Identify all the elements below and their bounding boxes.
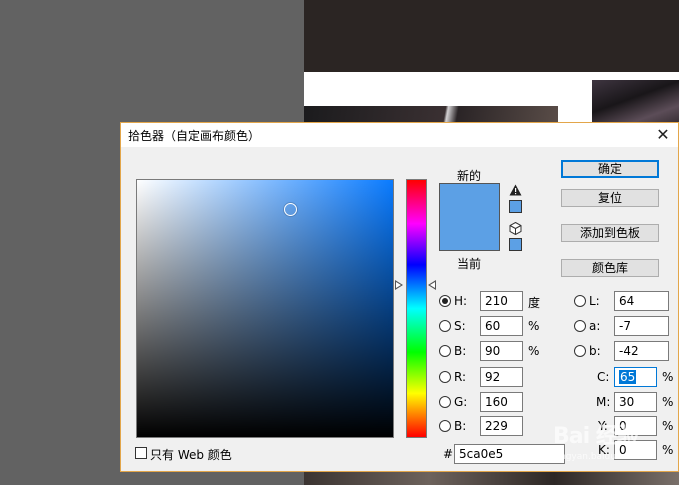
- cube-icon[interactable]: [509, 222, 522, 235]
- canvas-photo: [304, 472, 679, 485]
- saturation-radio[interactable]: [439, 320, 451, 332]
- red-field[interactable]: 92: [480, 367, 523, 387]
- black-unit: %: [662, 443, 674, 457]
- new-color-label: 新的: [457, 169, 482, 183]
- lab-a-radio[interactable]: [574, 320, 586, 332]
- warning-triangle-icon[interactable]: [509, 184, 522, 196]
- dialog-title: 拾色器（自定画布颜色）: [128, 129, 261, 143]
- color-libraries-button[interactable]: 颜色库: [561, 259, 659, 277]
- gamut-warning-swatch[interactable]: [509, 200, 522, 213]
- saturation-label: S:: [454, 319, 466, 333]
- saturation-field[interactable]: 60: [480, 316, 523, 336]
- brightness-field[interactable]: 90: [480, 341, 523, 361]
- hue-radio[interactable]: [439, 295, 451, 307]
- blue-field[interactable]: 229: [480, 416, 523, 436]
- lab-b-radio[interactable]: [574, 345, 586, 357]
- saturation-brightness-field[interactable]: [136, 179, 394, 438]
- green-field[interactable]: 160: [480, 392, 523, 412]
- hue-slider-right-arrow-icon[interactable]: [428, 280, 436, 290]
- red-radio[interactable]: [439, 371, 451, 383]
- close-icon[interactable]: ✕: [652, 124, 674, 146]
- new-color-swatch: [439, 183, 500, 217]
- cyan-unit: %: [662, 370, 674, 384]
- red-label: R:: [454, 370, 467, 384]
- hex-field[interactable]: 5ca0e5: [454, 444, 565, 464]
- ok-button[interactable]: 确定: [561, 160, 659, 178]
- hue-field[interactable]: 210: [480, 291, 523, 311]
- green-label: G:: [454, 395, 468, 409]
- watermark: Bai 经验: [553, 424, 639, 449]
- lab-l-field[interactable]: 64: [614, 291, 669, 311]
- dialog-titlebar[interactable]: 拾色器（自定画布颜色） ✕: [121, 123, 678, 147]
- color-picker-ring[interactable]: [284, 203, 297, 216]
- current-color-label: 当前: [457, 257, 482, 271]
- yellow-unit: %: [662, 419, 674, 433]
- hex-hash-label: #: [443, 447, 454, 461]
- lab-a-label: a:: [589, 319, 601, 333]
- lab-b-label: b:: [589, 344, 601, 358]
- web-only-checkbox[interactable]: [135, 447, 147, 459]
- hue-unit: 度: [528, 296, 541, 310]
- lab-l-label: L:: [589, 294, 600, 308]
- document-top-area: [304, 0, 679, 72]
- cyan-value: 65: [619, 370, 637, 384]
- brightness-unit: %: [528, 344, 540, 358]
- cyan-label: C:: [597, 370, 610, 384]
- watermark-subtext: jingyan.baidu.com: [555, 452, 639, 462]
- lab-a-field[interactable]: -7: [614, 316, 669, 336]
- hue-label: H:: [454, 294, 468, 308]
- web-safe-swatch[interactable]: [509, 238, 522, 251]
- brightness-radio[interactable]: [439, 345, 451, 357]
- blue-label: B:: [454, 419, 467, 433]
- hue-slider-left-arrow-icon[interactable]: [395, 280, 403, 290]
- lab-l-radio[interactable]: [574, 295, 586, 307]
- magenta-unit: %: [662, 395, 674, 409]
- web-only-label[interactable]: 只有 Web 颜色: [150, 446, 232, 463]
- lab-b-field[interactable]: -42: [614, 341, 669, 361]
- brightness-label: B:: [454, 344, 467, 358]
- reset-button[interactable]: 复位: [561, 189, 659, 207]
- blue-radio[interactable]: [439, 420, 451, 432]
- cyan-field[interactable]: 65: [614, 367, 657, 387]
- current-color-swatch[interactable]: [439, 217, 500, 251]
- magenta-field[interactable]: 30: [614, 392, 657, 412]
- hue-slider[interactable]: [406, 179, 427, 438]
- green-radio[interactable]: [439, 396, 451, 408]
- magenta-label: M:: [596, 395, 611, 409]
- saturation-unit: %: [528, 319, 540, 333]
- add-to-swatches-button[interactable]: 添加到色板: [561, 224, 659, 242]
